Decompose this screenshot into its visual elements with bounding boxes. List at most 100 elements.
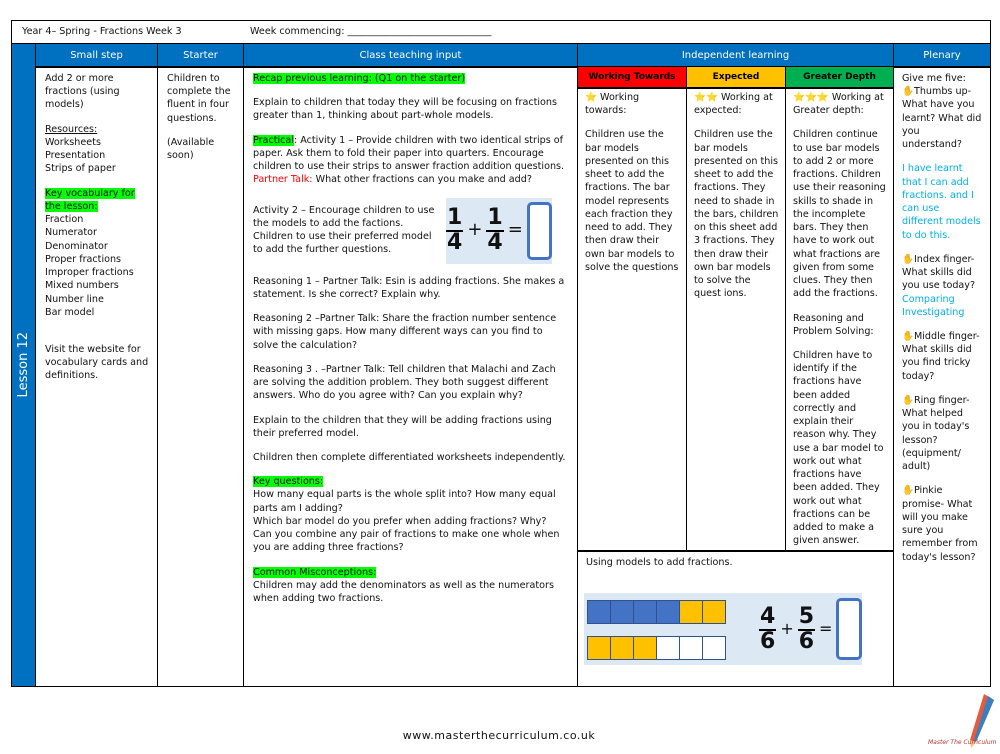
practical-text: : Activity 1 – Provide children with two… [253, 134, 565, 173]
star-icon: ⭐⭐⭐ [793, 92, 829, 103]
header-bar: Year 4– Spring - Fractions Week 3 Week c… [11, 20, 991, 44]
starter-text: Children to complete the fluent in four … [167, 73, 231, 124]
partner-talk-text: What other fractions can you make and ad… [312, 174, 532, 186]
level-text: Children continue to use bar models to a… [793, 129, 886, 300]
vocab-item: Mixed numbers [45, 280, 119, 292]
week-commencing: Week commencing: _______________________… [250, 26, 492, 37]
expected-cell: ⭐⭐ Working at expected: Children use the… [688, 89, 785, 303]
visit-website-text: Visit the website for vocabulary cards a… [45, 343, 149, 382]
equals-sign: = [819, 618, 833, 638]
numerator: 5 [797, 603, 816, 631]
level-header-greater-depth: Greater Depth [786, 67, 893, 88]
key-questions-label: Key questions: [253, 476, 324, 488]
hand-icon: ✋ [902, 330, 914, 342]
practical-label: Practical [253, 134, 294, 146]
explain-text: Explain to children that today they will… [253, 97, 557, 122]
activity-2-text: Activity 2 – Encourage children to use t… [253, 204, 435, 256]
reasoning-3: Reasoning 3 . –Partner Talk: Tell childr… [253, 363, 556, 402]
denominator: 6 [760, 628, 776, 654]
vocab-item: Fraction [45, 214, 84, 226]
footer-url[interactable]: www.masterthecurriculum.co.uk [0, 728, 998, 743]
bar-segment [610, 636, 634, 660]
col-header-plenary: Plenary [893, 44, 990, 67]
answer-box [526, 201, 552, 260]
partner-talk-label: Partner Talk: [253, 174, 313, 186]
logo-text: Master The Curriculum [928, 739, 997, 746]
vocab-item: Proper fractions [45, 253, 122, 265]
bar-segment [610, 600, 634, 624]
bar-model-example: 46 + 56 = [584, 593, 863, 665]
middle-finger-question: Middle finger- What skills did you find … [902, 330, 980, 382]
page-title: Year 4– Spring - Fractions Week 3 [22, 26, 182, 37]
numerator: 4 [759, 603, 777, 631]
divider [157, 67, 158, 686]
lesson-label: Lesson 12 [15, 332, 31, 398]
small-step-cell: Add 2 or more fractions (using models) R… [37, 68, 157, 387]
denominator: 4 [487, 230, 503, 256]
divider [785, 67, 786, 551]
star-icon: ⭐⭐ [694, 92, 718, 103]
working-towards-cell: ⭐ Working towards: Children use the bar … [579, 89, 686, 276]
divider [35, 67, 36, 686]
level-text: Children use the bar models presented on… [585, 129, 679, 273]
vocab-item: Bar model [45, 306, 95, 318]
brand-logo: Master The Curriculum [928, 690, 998, 750]
col-header-independent: Independent learning [577, 44, 893, 67]
class-teaching-cell: Recap previous learning: (Q1 on the star… [245, 68, 577, 609]
ring-finger-question: Ring finger- What helped you in today's … [902, 394, 970, 473]
equals-sign: = [507, 219, 523, 241]
starter-cell: Children to complete the fluent in four … [159, 68, 243, 177]
col-header-starter: Starter [157, 44, 243, 67]
level-text: Children use the bar models presented on… [694, 129, 779, 300]
vocab-item: Improper fractions [45, 267, 134, 279]
star-icon: ⭐ [585, 92, 597, 103]
divider [577, 550, 893, 552]
bar-segment [656, 600, 680, 624]
thumbs-up-question: Thumbs up- What have you learnt? What di… [902, 86, 982, 151]
greater-depth-cell: ⭐⭐⭐ Working at Greater depth: Children c… [787, 89, 893, 550]
plenary-intro: Give me five: [902, 73, 966, 84]
bar-row [587, 636, 726, 660]
level-header-expected: Expected [687, 67, 785, 88]
lesson-strip: Lesson 12 [12, 44, 35, 686]
resource-item: Worksheets [45, 136, 101, 148]
vocab-label: Key vocabulary for the lesson: [45, 187, 135, 212]
bar-segment [679, 636, 703, 660]
bar-segment [587, 600, 611, 624]
misconceptions-label: Common Misconceptions: [253, 566, 377, 578]
explain-text-2: Explain to the children that they will b… [253, 414, 552, 439]
bar-segment [633, 600, 657, 624]
plenary-cell: Give me five: ✋Thumbs up- What have you … [895, 68, 990, 579]
vocab-item: Numerator [45, 227, 97, 239]
misconceptions-text: Children may add the denominators as wel… [253, 579, 554, 605]
pinkie-question: Pinkie promise- What will you make sure … [902, 485, 978, 563]
hand-icon: ✋ [902, 253, 914, 265]
bar-segment [656, 636, 680, 660]
plus-sign: + [780, 618, 794, 638]
hand-icon: ✋ [902, 485, 914, 497]
fraction-equation: 46 + 56 = [759, 598, 863, 660]
bar-model [587, 600, 726, 660]
resource-item: Strips of paper [45, 163, 116, 175]
bar-segment [633, 636, 657, 660]
col-header-class-teaching: Class teaching input [243, 44, 577, 67]
divider [243, 67, 244, 686]
divider [686, 67, 687, 551]
denominator: 4 [447, 230, 463, 256]
col-header-small-step: Small step [35, 44, 157, 67]
example-caption: Using models to add fractions. [586, 557, 733, 568]
vocab-item: Denominator [45, 240, 108, 252]
complete-text: Children then complete differentiated wo… [253, 451, 566, 463]
bar-segment [679, 600, 703, 624]
resources-label: Resources: [45, 123, 98, 135]
small-step-title: Add 2 or more fractions (using models) [45, 73, 120, 111]
reasoning-2: Reasoning 2 –Partner Talk: Share the fra… [253, 313, 557, 351]
key-question: Which bar model do you prefer when addin… [253, 515, 547, 527]
bar-segment [587, 636, 611, 660]
resource-item: Presentation [45, 150, 106, 162]
skill-item: Comparing [902, 293, 955, 305]
denominator: 6 [798, 628, 815, 654]
skill-item: Investigating [902, 306, 965, 318]
hand-icon: ✋ [902, 86, 914, 98]
divider [893, 67, 894, 686]
